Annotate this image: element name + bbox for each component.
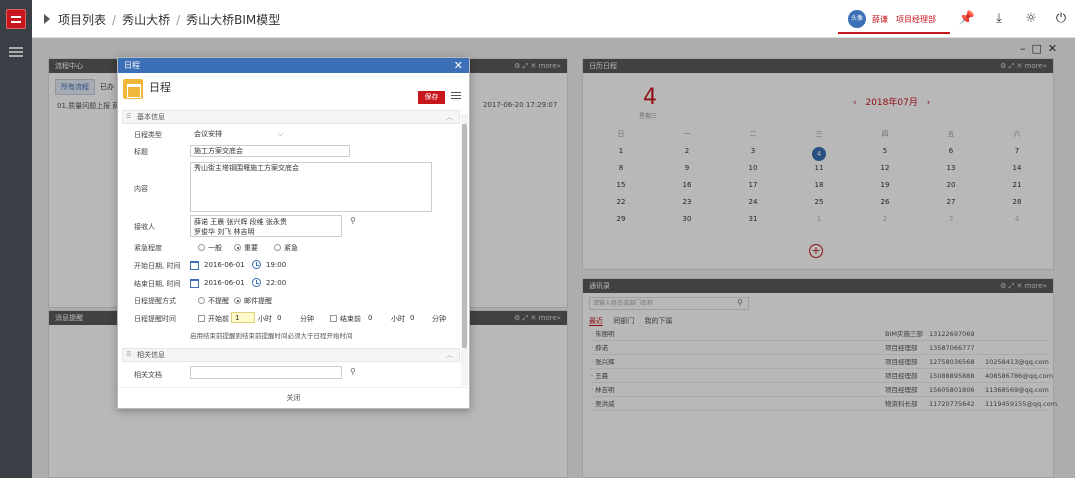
content-label: 内容 [134,185,148,193]
title-input[interactable] [190,145,350,157]
minute-unit: 分钟 [432,315,446,323]
before-start-checkbox[interactable] [198,315,205,322]
remind-none-label: 不提醒 [208,297,229,305]
type-select[interactable]: 会议安排 ⌵ [190,128,290,140]
related-doc-label: 相关文档 [134,371,162,379]
power-icon[interactable]: ⏻ [1052,10,1070,28]
section-related[interactable]: 相关信息︿ [122,348,460,362]
urgency-urgent-radio[interactable] [274,244,281,251]
avatar[interactable]: 头像 [848,10,866,28]
breadcrumb-item-project[interactable]: 秀山大桥 [122,13,170,27]
urgency-label: 紧急程度 [134,244,162,252]
remind-email-label: 邮件提醒 [244,297,272,305]
hour-unit: 小时 [391,315,405,323]
calendar-icon [123,79,143,99]
content-textarea[interactable]: 秀山街主塔钢围堰施工方案交底会 [190,162,432,212]
top-header: 项目列表 / 秀山大桥 / 秀山大桥BIM模型 头像 薛谦 项目经理部 📌 ⤓ ☼ ⏻ [32,0,1075,38]
receivers-field[interactable]: 薛诺 王晨 张兴辉 段维 张永贵 罗俊华 刘飞 林吉明 [190,215,342,237]
end-date[interactable]: 2016-06-01 [204,279,245,287]
pin-icon[interactable]: 📌 [958,10,976,28]
date-icon[interactable] [190,261,199,270]
schedule-dialog: 日程 ✕ 日程 保存 基本信息︿ 日程类型 会议安排 ⌵ 标题 内容 秀山街主塔… [117,57,470,409]
start-time[interactable]: 19:00 [266,261,286,269]
minute-unit: 分钟 [300,315,314,323]
type-label: 日程类型 [134,131,162,139]
urgency-normal-radio[interactable] [198,244,205,251]
breadcrumb-item-projects[interactable]: 项目列表 [58,13,106,27]
before-start-label: 开始前 [208,315,229,323]
remind-time-label: 日程提醒时间 [134,315,176,323]
dialog-bar-title: 日程 [124,61,140,70]
user-menu[interactable]: 头像 薛谦 项目经理部 [838,6,950,34]
save-button[interactable]: 保存 [418,91,445,104]
urgency-important-radio[interactable] [234,244,241,251]
dialog-titlebar: 日程 ✕ [118,58,469,73]
search-icon[interactable]: ⚲ [350,216,356,225]
urgency-important-label: 重要 [244,244,258,252]
before-start-minutes-input[interactable] [273,312,297,323]
close-button[interactable]: 关闭 [118,387,469,408]
chevron-down-icon: ⌵ [277,130,283,138]
left-rail [0,0,32,478]
breadcrumb: 项目列表 / 秀山大桥 / 秀山大桥BIM模型 [58,13,281,27]
collapse-icon: ︿ [446,351,453,359]
app-logo [6,9,26,29]
title-label: 标题 [134,148,148,156]
remind-note: 启用结束前提醒则结束前提醒时间必须大于日程开始时间 [190,332,353,340]
search-icon[interactable]: ⚲ [350,367,356,376]
receivers-label: 接收人 [134,223,155,231]
start-label: 开始日期, 时间 [134,262,181,270]
clock-icon[interactable] [252,278,261,287]
end-label: 结束日期, 时间 [134,280,181,288]
date-icon[interactable] [190,279,199,288]
hour-unit: 小时 [258,315,272,323]
download-icon[interactable]: ⤓ [990,10,1008,28]
user-role: 项目经理部 [896,15,936,24]
collapse-icon: ︿ [446,113,453,121]
urgency-urgent-label: 紧急 [284,244,298,252]
remind-none-radio[interactable] [198,297,205,304]
urgency-normal-label: 一般 [208,244,222,252]
end-time[interactable]: 22:00 [266,279,286,287]
before-end-hours-input[interactable] [364,312,388,323]
remind-mode-label: 日程提醒方式 [134,297,176,305]
dialog-form: 基本信息︿ 日程类型 会议安排 ⌵ 标题 内容 秀山街主塔钢围堰施工方案交底会 … [118,108,462,386]
dialog-title: 日程 [149,81,171,94]
before-start-hours-input[interactable] [231,312,255,323]
section-basic[interactable]: 基本信息︿ [122,110,460,124]
before-end-label: 结束前 [340,315,361,323]
bulb-icon[interactable]: ☼ [1022,10,1040,28]
expand-triangle-icon[interactable] [44,14,50,24]
breadcrumb-item-model: 秀山大桥BIM模型 [186,13,281,27]
related-doc-input[interactable] [190,366,342,379]
clock-icon[interactable] [252,260,261,269]
before-end-minutes-input[interactable] [406,312,430,323]
close-icon[interactable]: ✕ [454,58,463,73]
list-icon[interactable] [451,90,463,102]
menu-icon[interactable] [9,47,23,57]
start-date[interactable]: 2016-06-01 [204,261,245,269]
user-name: 薛谦 [872,15,888,24]
before-end-checkbox[interactable] [330,315,337,322]
remind-email-radio[interactable] [234,297,241,304]
dialog-scrollbar[interactable] [461,114,468,386]
